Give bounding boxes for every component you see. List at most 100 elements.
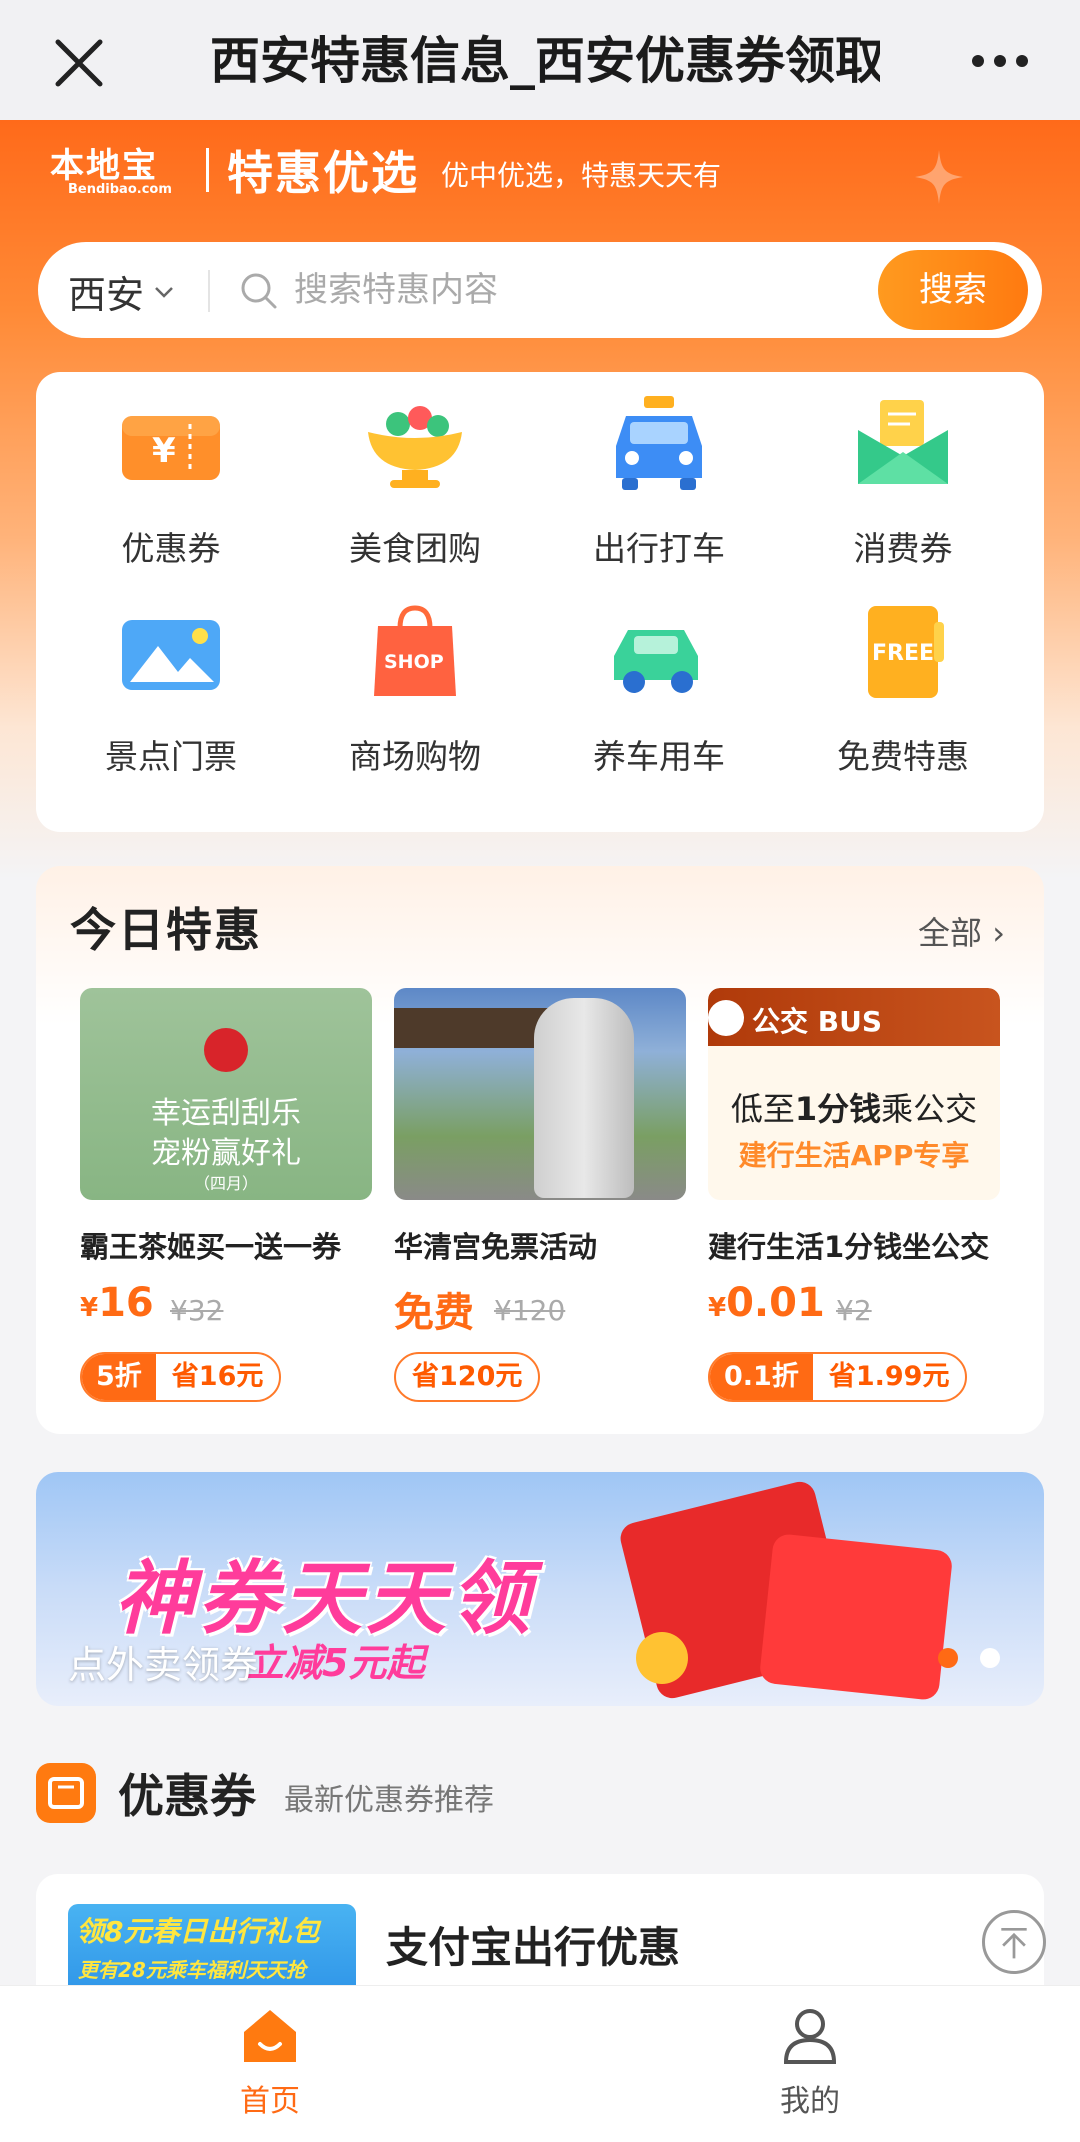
brand-header: 本地宝 Bendibao.com 特惠优选 优中优选，特惠天天有 — [46, 140, 721, 200]
promo-banner[interactable]: 神券天天领 立减5元起 点外卖领券 — [36, 1472, 1044, 1706]
coupon-title: 支付宝出行优惠 — [386, 1923, 681, 1972]
price-currency: ¥ — [80, 1293, 99, 1323]
taxi-icon — [616, 396, 702, 490]
banner-caption: 点外卖领券 — [68, 1643, 259, 1687]
search-divider — [208, 270, 210, 312]
view-all-link[interactable]: 全部 › — [918, 908, 1005, 954]
category-label: 景点门票 — [105, 737, 237, 776]
chevron-right-icon: › — [992, 914, 1005, 952]
envelope-voucher-icon — [858, 400, 948, 484]
category-label: 养车用车 — [593, 737, 725, 776]
tab-label: 我的 — [780, 2084, 840, 2119]
price-currency: ¥ — [708, 1293, 727, 1323]
deal-price: 免费 — [394, 1290, 474, 1336]
coupon-section-icon — [36, 1763, 96, 1823]
scenery-ticket-icon — [122, 620, 220, 690]
category-scenic[interactable]: 景点门票 — [56, 580, 286, 780]
car-icon — [614, 630, 698, 693]
deal-price: ¥16 — [80, 1280, 154, 1326]
back-to-top-icon[interactable] — [982, 1910, 1046, 1974]
search-icon — [241, 273, 277, 309]
category-voucher[interactable]: 消费券 — [788, 372, 1018, 572]
deal-name: 建行生活1分钱坐公交 — [708, 1230, 990, 1264]
discount-tag: 0.1折 省1.99元 — [708, 1352, 968, 1402]
discount-rate: 5折 — [82, 1354, 156, 1400]
city-label: 西安 — [68, 273, 145, 317]
price-value: 16 — [98, 1280, 154, 1326]
category-free[interactable]: FREE 免费特惠 — [788, 580, 1018, 780]
window-titlebar: 西安特惠信息_西安优惠券领取 — [0, 0, 1080, 120]
deal-image: 幸运刮刮乐 宠粉赢好礼 （四月） — [80, 988, 372, 1200]
discount-tag: 5折 省16元 — [80, 1352, 282, 1402]
bus-promo-suffix: 乘公交 — [881, 1090, 978, 1128]
category-shopping[interactable]: SHOP 商场购物 — [300, 580, 530, 780]
search-input[interactable] — [294, 260, 694, 320]
category-label: 优惠券 — [121, 529, 221, 568]
deal-name: 华清宫免票活动 — [394, 1230, 598, 1264]
category-label: 商场购物 — [349, 737, 481, 776]
thumbnail-line1: 领8元春日出行礼包 — [76, 1915, 320, 1948]
brand-emblem-icon — [204, 1028, 248, 1072]
category-food[interactable]: 美食团购 — [300, 372, 530, 572]
section-title: 优惠券 — [118, 1769, 256, 1823]
deal-image: 公交 BUS 低至1分钱乘公交 建行生活APP专享 — [708, 988, 1000, 1200]
deal-image-line1: 幸运刮刮乐 — [151, 1096, 301, 1131]
search-bar: 西安 搜索 — [38, 242, 1042, 338]
savings-amount: 省120元 — [412, 1361, 523, 1392]
coupon-ticket-icon: ¥ — [122, 416, 220, 480]
category-car[interactable]: 养车用车 — [544, 580, 774, 780]
bus-promo-line1: 低至1分钱乘公交 — [708, 1084, 1000, 1130]
coupon-section-header: 优惠券 最新优惠券推荐 — [36, 1758, 494, 1828]
tab-profile[interactable]: 我的 — [710, 2006, 910, 2126]
section-subtitle: 最新优惠券推荐 — [284, 1783, 494, 1818]
deal-image-line2: 宠粉赢好礼 — [151, 1136, 301, 1171]
svg-text:SHOP: SHOP — [384, 651, 444, 673]
bus-promo-highlight: 1分钱 — [794, 1090, 882, 1128]
brand-logo: 本地宝 Bendibao.com — [46, 138, 196, 202]
brand-slogan: 优中优选，特惠天天有 — [441, 159, 722, 192]
sparkle-icon — [915, 150, 963, 204]
carousel-dot[interactable] — [980, 1648, 1000, 1668]
today-deals-card: 今日特惠 全部 › 幸运刮刮乐 宠粉赢好礼 （四月） 霸王茶姬买一送一券 ¥16… — [36, 866, 1044, 1434]
city-selector[interactable]: 西安 — [68, 264, 174, 319]
deal-item[interactable]: 幸运刮刮乐 宠粉赢好礼 （四月） 霸王茶姬买一送一券 ¥16 ¥32 5折 省1… — [80, 988, 372, 1408]
deal-price: ¥0.01 — [708, 1280, 825, 1326]
stone-monument-shape — [534, 998, 634, 1198]
chevron-down-icon — [155, 286, 173, 298]
more-options-icon[interactable] — [970, 46, 1030, 76]
search-button[interactable]: 搜索 — [878, 250, 1028, 330]
savings-amount: 省1.99元 — [828, 1361, 950, 1392]
category-label: 美食团购 — [349, 529, 481, 568]
deal-image-line3: （四月） — [193, 1174, 258, 1193]
carousel-dot-active[interactable] — [938, 1648, 958, 1668]
category-grid: ¥ 优惠券 美食团购 出行打车 消费券 景点门票 SHOP 商场购物 养车用车 … — [36, 372, 1044, 832]
bottom-tab-bar: 首页 我的 — [0, 1986, 1080, 2142]
deal-original-price: ¥120 — [494, 1294, 566, 1327]
deal-item[interactable]: 华清宫免票活动 免费 ¥120 省120元 — [394, 988, 686, 1408]
brand-divider — [206, 148, 209, 192]
view-all-label: 全部 — [918, 914, 983, 952]
savings-amount: 省16元 — [171, 1361, 264, 1392]
logo-text: 本地宝 — [50, 146, 158, 186]
bus-logo-icon — [708, 1000, 744, 1036]
bus-header-label: 公交 BUS — [752, 1005, 882, 1038]
tab-home[interactable]: 首页 — [170, 2006, 370, 2126]
close-icon[interactable] — [50, 34, 108, 92]
gold-coin-graphic — [636, 1632, 688, 1684]
bus-promo-line2: 建行生活APP专享 — [738, 1139, 970, 1172]
thumbnail-line2: 更有28元乘车福利天天抢 — [78, 1958, 306, 1982]
food-bowl-icon — [368, 406, 462, 488]
bus-promo-prefix: 低至 — [730, 1090, 795, 1128]
page-title: 西安特惠信息_西安优惠券领取 — [210, 32, 880, 90]
section-title: 今日特惠 — [70, 903, 262, 957]
category-taxi[interactable]: 出行打车 — [544, 372, 774, 572]
logo-subtext: Bendibao.com — [68, 182, 172, 197]
deal-item[interactable]: 公交 BUS 低至1分钱乘公交 建行生活APP专享 建行生活1分钱坐公交 ¥0.… — [708, 988, 1000, 1408]
banner-subtext: 立减5元起 — [246, 1641, 425, 1685]
deal-image — [394, 988, 686, 1200]
category-coupon[interactable]: ¥ 优惠券 — [56, 372, 286, 572]
category-label: 消费券 — [853, 529, 953, 568]
user-icon — [783, 2009, 837, 2064]
deal-original-price: ¥2 — [836, 1294, 872, 1327]
tab-label: 首页 — [240, 2084, 300, 2119]
